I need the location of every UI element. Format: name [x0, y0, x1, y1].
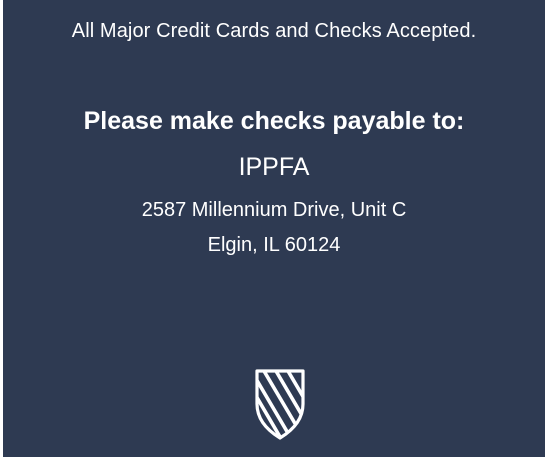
- payment-info-panel: All Major Credit Cards and Checks Accept…: [3, 0, 545, 457]
- address-line-1: 2587 Millennium Drive, Unit C: [141, 199, 407, 221]
- address-line-2: Elgin, IL 60124: [207, 234, 341, 256]
- accepted-payments-text: All Major Credit Cards and Checks Accept…: [71, 20, 477, 42]
- payee-name: IPPFA: [238, 153, 310, 181]
- shield-logo-icon: [250, 362, 310, 442]
- checks-payable-heading: Please make checks payable to:: [83, 107, 465, 135]
